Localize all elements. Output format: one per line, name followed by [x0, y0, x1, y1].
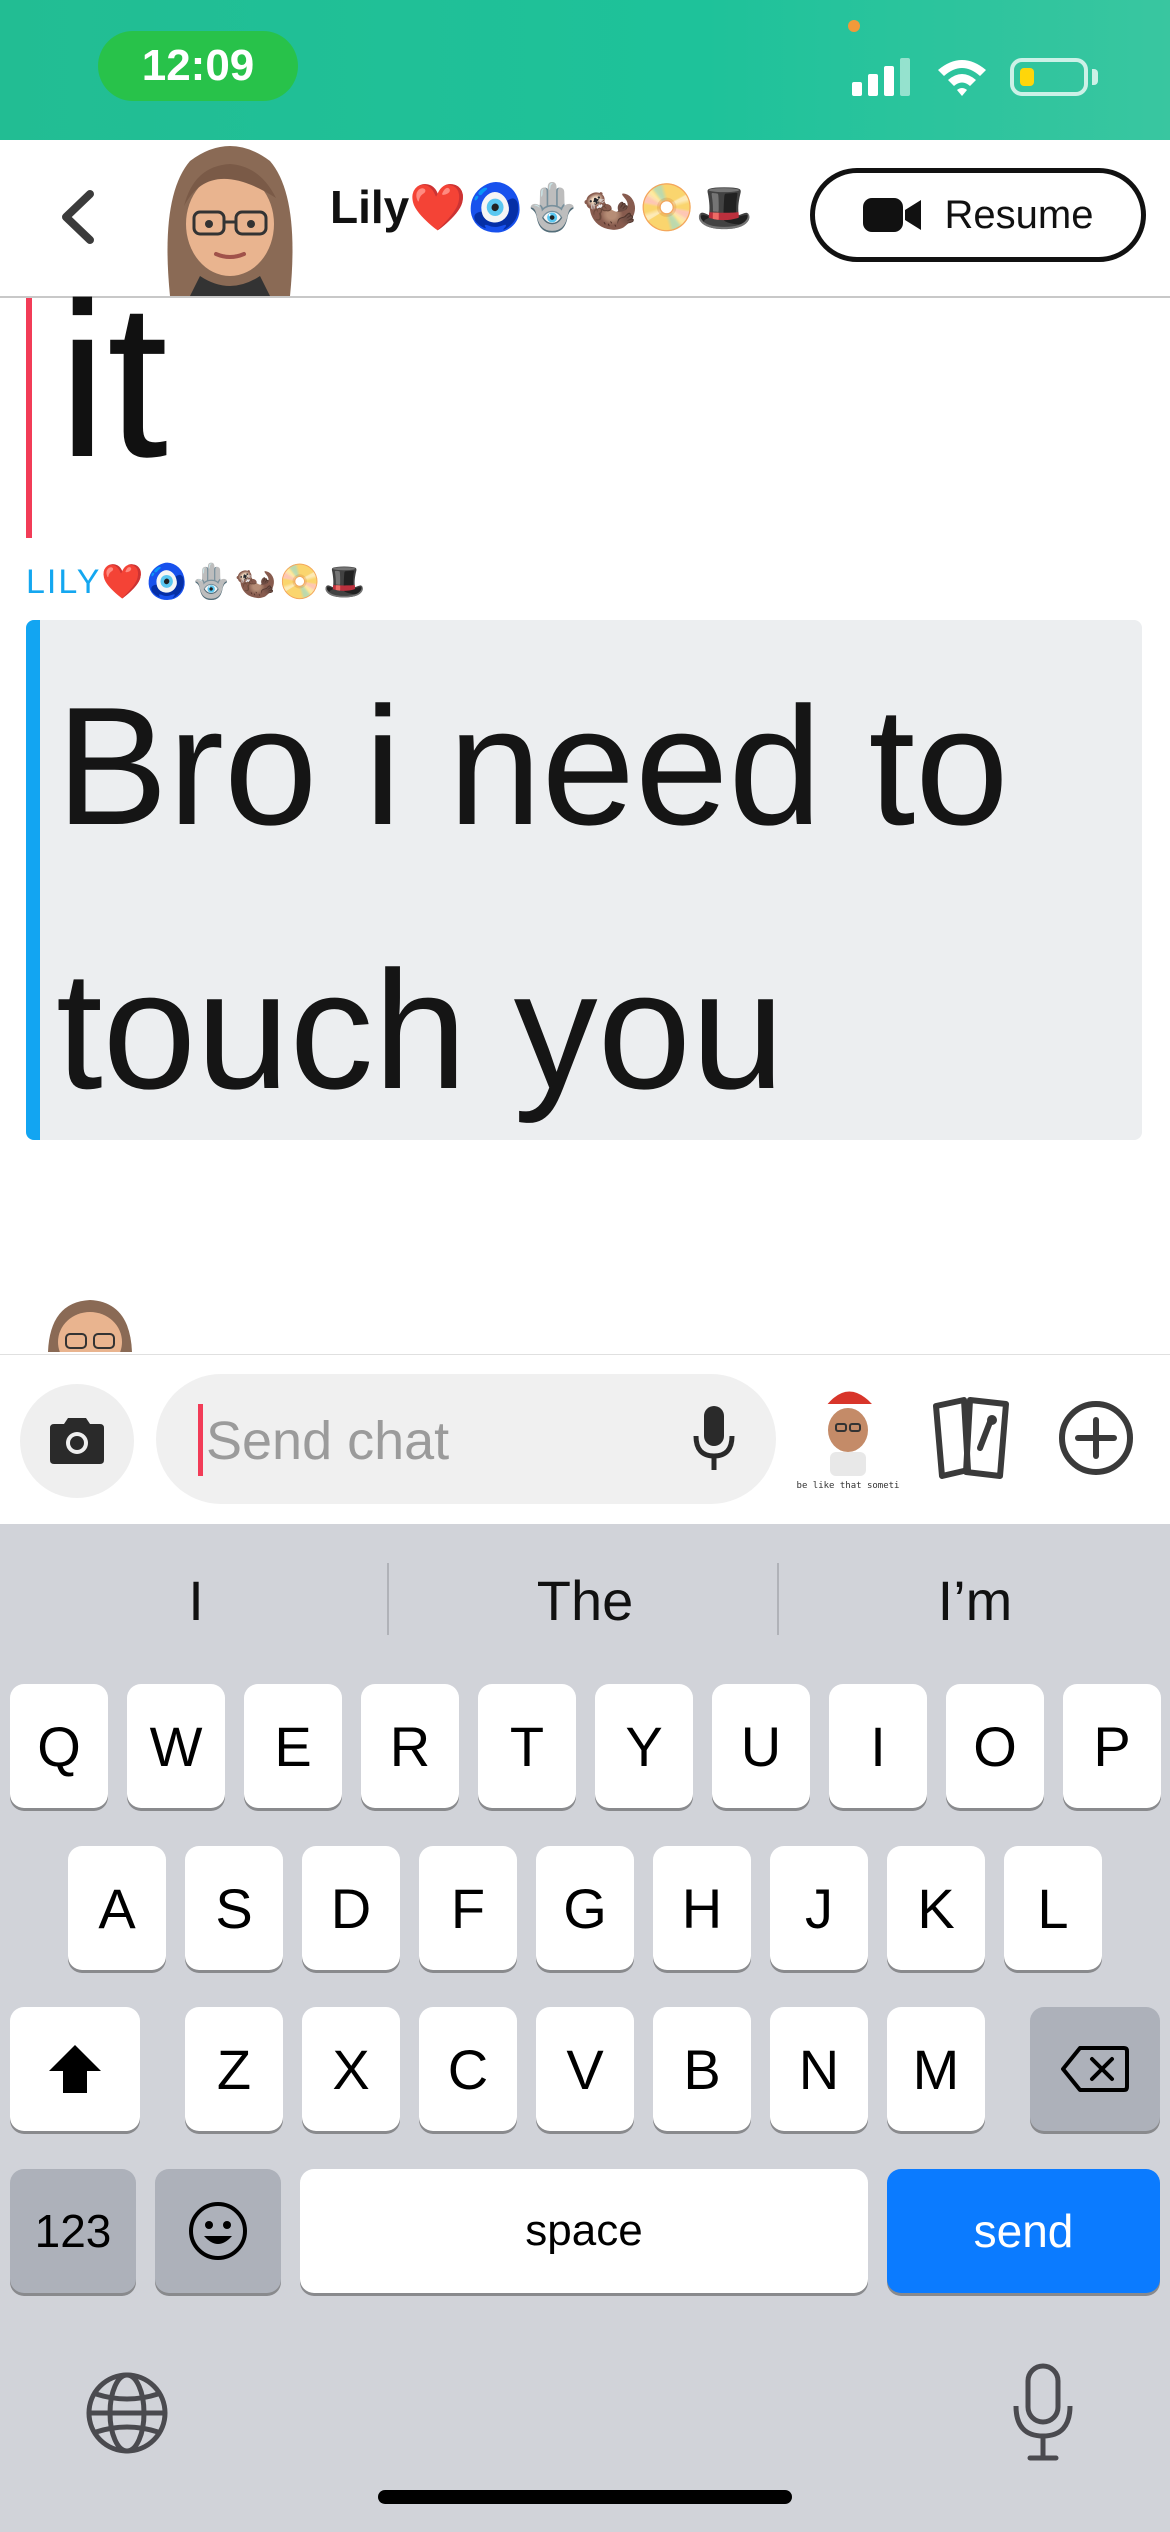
- key-k[interactable]: K: [887, 1846, 985, 1970]
- back-icon[interactable]: [52, 182, 102, 252]
- cards-icon[interactable]: [930, 1392, 1014, 1482]
- key-w[interactable]: W: [127, 1684, 225, 1808]
- bitmoji-sticker-button[interactable]: It be like that sometimes: [796, 1378, 900, 1504]
- numbers-key[interactable]: 123: [10, 2169, 136, 2293]
- status-time: 12:09: [98, 31, 298, 101]
- camera-button[interactable]: [20, 1384, 134, 1498]
- key-o[interactable]: O: [946, 1684, 1044, 1808]
- typing-avatar: [48, 1300, 132, 1352]
- cellular-signal-icon: [852, 58, 910, 96]
- key-p[interactable]: P: [1063, 1684, 1161, 1808]
- battery-level: [1020, 68, 1034, 86]
- camera-icon: [50, 1418, 104, 1464]
- key-f[interactable]: F: [419, 1846, 517, 1970]
- key-b[interactable]: B: [653, 2007, 751, 2131]
- key-z[interactable]: Z: [185, 2007, 283, 2131]
- contact-avatar[interactable]: [150, 136, 310, 296]
- key-q[interactable]: Q: [10, 1684, 108, 1808]
- key-a[interactable]: A: [68, 1846, 166, 1970]
- key-d[interactable]: D: [302, 1846, 400, 1970]
- key-s[interactable]: S: [185, 1846, 283, 1970]
- chat-placeholder: Send chat: [206, 1411, 450, 1471]
- sender-label: LILY❤️🧿🪬🦦📀🎩: [26, 563, 368, 601]
- key-e[interactable]: E: [244, 1684, 342, 1808]
- resume-label: Resume: [944, 192, 1094, 237]
- shift-icon: [49, 2045, 101, 2093]
- key-h[interactable]: H: [653, 1846, 751, 1970]
- space-key[interactable]: space: [300, 2169, 868, 2293]
- key-r[interactable]: R: [361, 1684, 459, 1808]
- key-j[interactable]: J: [770, 1846, 868, 1970]
- battery-icon: [1010, 58, 1088, 96]
- wifi-icon: [938, 60, 986, 96]
- emoji-key[interactable]: [155, 2169, 281, 2293]
- globe-icon[interactable]: [82, 2368, 172, 2458]
- suggestion-2[interactable]: The: [395, 1560, 775, 1640]
- key-g[interactable]: G: [536, 1846, 634, 1970]
- key-u[interactable]: U: [712, 1684, 810, 1808]
- text-caret: [198, 1404, 203, 1476]
- bitmoji-caption: It be like that sometimes: [796, 1481, 900, 1491]
- key-x[interactable]: X: [302, 2007, 400, 2131]
- suggestion-divider: [387, 1563, 389, 1635]
- key-i[interactable]: I: [829, 1684, 927, 1808]
- key-c[interactable]: C: [419, 2007, 517, 2131]
- key-y[interactable]: Y: [595, 1684, 693, 1808]
- delete-icon: [1061, 2046, 1129, 2092]
- shift-key[interactable]: [10, 2007, 140, 2131]
- emoji-icon: [189, 2202, 247, 2260]
- suggestion-1[interactable]: I: [6, 1560, 386, 1640]
- key-t[interactable]: T: [478, 1684, 576, 1808]
- contact-name[interactable]: Lily❤️🧿🪬🦦📀🎩: [330, 180, 753, 235]
- key-m[interactable]: M: [887, 2007, 985, 2131]
- delete-key[interactable]: [1030, 2007, 1160, 2131]
- previous-message-text: it: [58, 257, 168, 503]
- resume-call-button[interactable]: Resume: [810, 168, 1146, 262]
- suggestion-3[interactable]: I’m: [785, 1560, 1165, 1640]
- previous-message-bar: [26, 298, 32, 538]
- plus-circle-icon[interactable]: [1056, 1398, 1136, 1478]
- suggestion-divider: [777, 1563, 779, 1635]
- message-text: Bro i need to touch you: [56, 672, 1009, 1124]
- dictation-mic-icon[interactable]: [1006, 2362, 1080, 2464]
- video-camera-icon: [862, 198, 921, 232]
- key-n[interactable]: N: [770, 2007, 868, 2131]
- battery-nub: [1092, 69, 1098, 85]
- send-key[interactable]: send: [887, 2169, 1160, 2293]
- microphone-icon[interactable]: [688, 1404, 740, 1474]
- home-indicator: [378, 2490, 792, 2504]
- privacy-indicator-dot: [848, 20, 860, 32]
- key-v[interactable]: V: [536, 2007, 634, 2131]
- message-sender-bar: [26, 620, 40, 1140]
- key-l[interactable]: L: [1004, 1846, 1102, 1970]
